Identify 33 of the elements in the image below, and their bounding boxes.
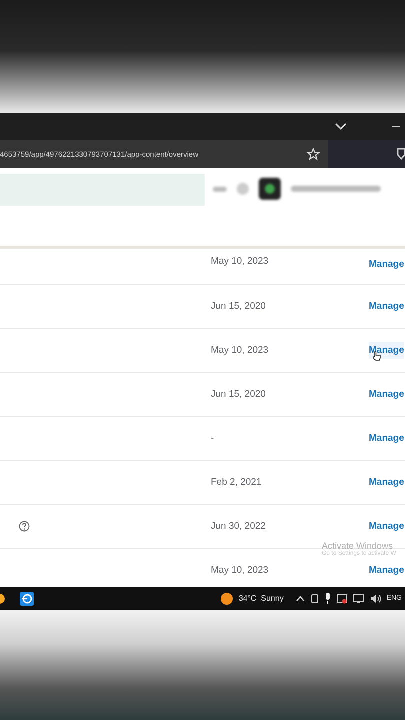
date-cell-text: Jun 15, 2020 [211, 301, 267, 312]
manage-link[interactable]: Manage [369, 342, 404, 359]
date-cell-text: May 10, 2023 [211, 345, 270, 356]
date-cell-text: May 10, 2023 [211, 256, 270, 267]
date-cell-text: - [211, 433, 216, 444]
manage-link[interactable]: Manage [369, 430, 404, 447]
activation-title: Activate Windows [322, 541, 394, 551]
date-cell-text: Jun 30, 2022 [211, 521, 267, 532]
manage-link[interactable]: Manage [369, 474, 404, 491]
app-icon[interactable] [20, 592, 34, 606]
date-cell-text: Feb 2, 2021 [211, 477, 263, 488]
speaker-icon[interactable] [370, 594, 381, 604]
manage-link[interactable]: Manage [369, 562, 404, 579]
manage-link[interactable]: Manage [369, 298, 404, 315]
device-icon[interactable] [310, 594, 319, 604]
minimize-icon[interactable] [392, 126, 400, 128]
monitor-icon[interactable] [352, 594, 364, 604]
manage-link[interactable]: Manage [369, 518, 404, 535]
chevron-down-icon[interactable] [335, 122, 347, 130]
star-icon[interactable] [307, 148, 320, 160]
camera-icon[interactable] [336, 594, 347, 604]
shield-icon[interactable] [397, 148, 405, 160]
caret-up-icon[interactable] [296, 596, 305, 602]
microphone-icon[interactable] [324, 593, 331, 604]
weather-text[interactable]: 34°C Sunny [238, 594, 284, 603]
avatar-icon[interactable] [259, 178, 281, 200]
help-icon[interactable] [19, 521, 30, 532]
manage-link[interactable]: Manage [369, 386, 404, 403]
manage-link[interactable]: Manage [369, 256, 404, 273]
date-cell-text: May 10, 2023 [211, 565, 270, 576]
app-icon[interactable] [0, 594, 5, 604]
sun-icon[interactable] [220, 592, 233, 604]
date-cell-text: Jun 15, 2020 [211, 389, 267, 400]
